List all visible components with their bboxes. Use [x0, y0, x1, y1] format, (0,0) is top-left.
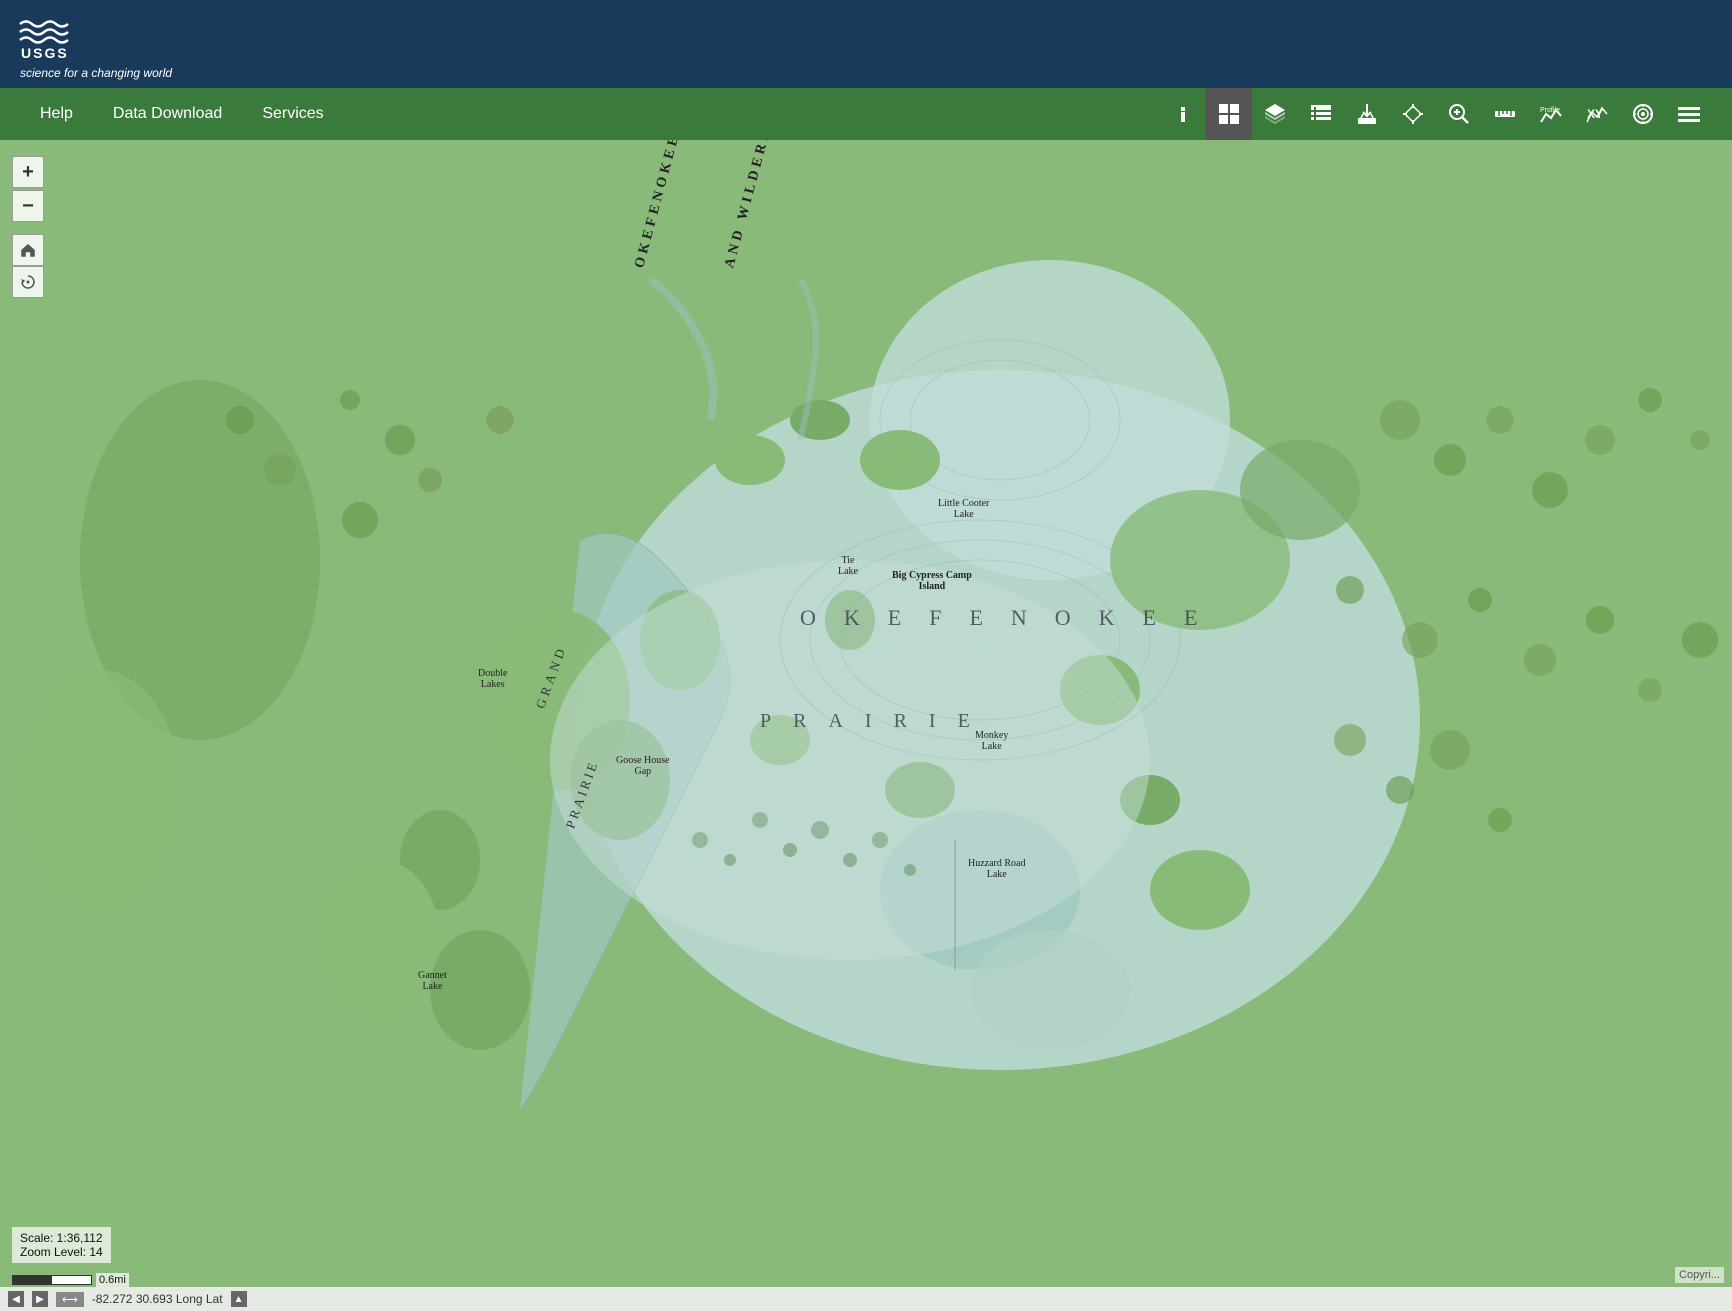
grid-button[interactable]: [1206, 88, 1252, 140]
download-button[interactable]: [1344, 88, 1390, 140]
map-svg: [0, 140, 1732, 1311]
more-button[interactable]: [1666, 88, 1712, 140]
scale-text: Scale: 1:36,112: [20, 1231, 103, 1245]
nav-services[interactable]: Services: [242, 97, 343, 131]
logo-area: USGS science for a changing world: [16, 8, 172, 80]
coordinate-text: -82.272 30.693 Long Lat: [92, 1292, 223, 1306]
coord-left-arrow[interactable]: ◀: [8, 1291, 24, 1307]
navbar: Help Data Download Services: [0, 88, 1732, 140]
measure-icon: [1493, 102, 1517, 126]
home-button[interactable]: [12, 234, 44, 266]
header: USGS science for a changing world: [0, 0, 1732, 88]
zoom-out-button[interactable]: −: [12, 190, 44, 222]
grid-icon: [1217, 102, 1241, 126]
layers-button[interactable]: [1252, 88, 1298, 140]
search-icon: [1447, 102, 1471, 126]
crosshair-icon: [1401, 102, 1425, 126]
measure-button[interactable]: [1482, 88, 1528, 140]
usgs-logo: USGS science for a changing world: [16, 8, 172, 80]
layers-icon: [1263, 102, 1287, 126]
rotate-icon: [19, 273, 37, 291]
zoom-level-text: Zoom Level: 14: [20, 1245, 103, 1259]
target-button[interactable]: [1620, 88, 1666, 140]
svg-text:USGS: USGS: [21, 45, 69, 61]
home-icon: [19, 241, 37, 259]
scale-bar-container: 0.6mi: [12, 1273, 129, 1287]
copyright-text: Copyri...: [1675, 1267, 1724, 1283]
logo-tagline: science for a changing world: [16, 66, 172, 80]
coordinate-toggle[interactable]: ⟷: [56, 1292, 84, 1307]
zoom-controls: + −: [12, 156, 44, 222]
zoom-in-button[interactable]: +: [12, 156, 44, 188]
profile-icon: Profile: [1539, 102, 1563, 126]
usgs-waves-icon: USGS: [16, 8, 72, 64]
scale-info: Scale: 1:36,112 Zoom Level: 14: [12, 1227, 111, 1263]
rotate-button[interactable]: [12, 266, 44, 298]
info-icon: [1171, 102, 1195, 126]
coordinate-bar: ◀ ▶ ⟷ -82.272 30.693 Long Lat ▲: [0, 1287, 1732, 1311]
target-icon: [1631, 102, 1655, 126]
download-icon: [1355, 102, 1379, 126]
coord-right-arrow[interactable]: ▶: [32, 1291, 48, 1307]
info-button[interactable]: [1160, 88, 1206, 140]
scale-bar: [12, 1275, 92, 1285]
map-container[interactable]: OKEFENOKEE NATIONAL AND WILDERNESS OKEFE…: [0, 140, 1732, 1311]
crosshair-button[interactable]: [1390, 88, 1436, 140]
nav-help[interactable]: Help: [20, 97, 93, 131]
profile-button[interactable]: Profile: [1528, 88, 1574, 140]
xy-button[interactable]: XY: [1574, 88, 1620, 140]
nav-data-download[interactable]: Data Download: [93, 97, 242, 131]
search-button[interactable]: [1436, 88, 1482, 140]
toolbar: Profile XY: [1160, 88, 1712, 140]
more-icon: [1677, 102, 1701, 126]
list-button[interactable]: [1298, 88, 1344, 140]
scale-bar-label: 0.6mi: [96, 1273, 129, 1287]
xy-icon: XY: [1585, 102, 1609, 126]
coord-expand-arrow[interactable]: ▲: [231, 1291, 247, 1307]
list-icon: [1309, 102, 1333, 126]
